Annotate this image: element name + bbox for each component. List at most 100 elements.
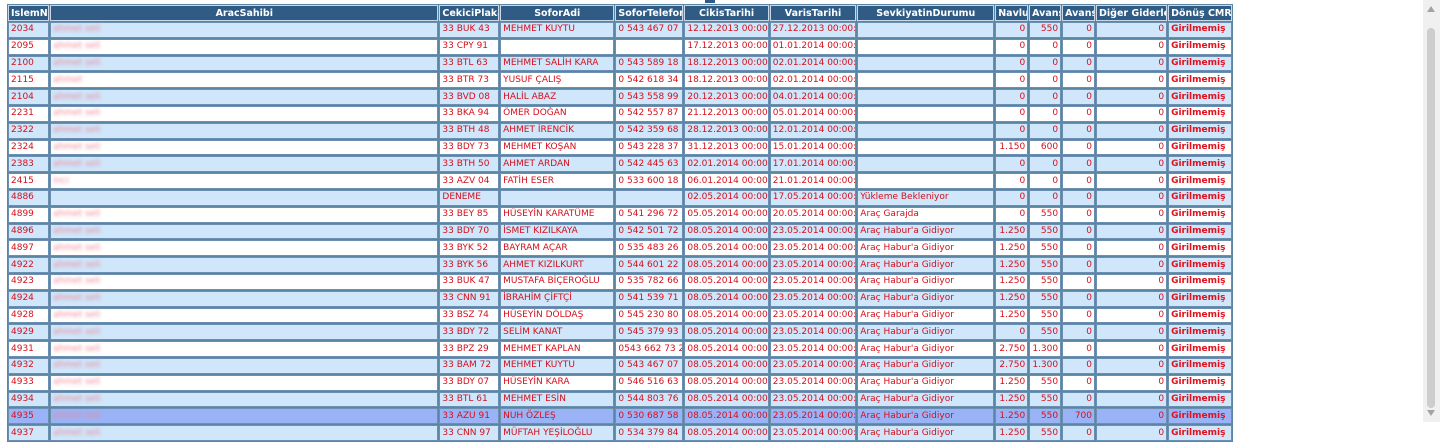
table-row[interactable]: 4897 ahmet seli 33 BYK 52 BAYRAM AÇAR 0 535 … — [8, 240, 1232, 257]
table-row[interactable]: 4934 ahmet seli 33 BTL 61 MEHMET ESİN 0 544 … — [8, 391, 1232, 408]
cell-donus-cmr: Girilmemiş — [1168, 374, 1232, 391]
cell-sevkiyat-durumu — [857, 55, 995, 72]
table-row[interactable]: 2095ahmet seli 33 CPY 91 17.12.2013 00:00:… — [8, 38, 1232, 55]
cell-sofor-telefonu: 0 543 467 07 19 — [615, 357, 684, 374]
cell-avans2: 0 — [1062, 206, 1096, 223]
cell-cikis-tarihi: 08.05.2014 00:00:00 — [684, 425, 769, 441]
table-row[interactable]: 2231 ahmet seli 33 BKA 94 ÖMER DOĞAN 0 542 5… — [8, 105, 1232, 122]
owner-name-redacted: ahmet seli — [53, 41, 101, 52]
cell-sevkiyat-durumu — [857, 156, 995, 173]
column-header-donus-cmr[interactable]: Dönüş CMR'si — [1168, 5, 1232, 21]
table-row[interactable]: 4886 DENEME 02.05.2014 00:00:0017.05.2014 … — [8, 189, 1232, 206]
cell-cikis-tarihi: 20.12.2013 00:00:00 — [684, 89, 769, 105]
table-row[interactable]: 4922 ahmet seli 33 BYK 56 AHMET KIZILKURT 0 … — [8, 257, 1232, 273]
cell-sofor-telefonu: 0 546 516 63 63 — [615, 374, 684, 391]
cell-avans2: 0 — [1062, 391, 1096, 408]
table-row[interactable]: 2322 ahmet seli 33 BTH 48 AHMET İRENCİK 0 54… — [8, 122, 1232, 139]
cell-sofor-telefonu: 0 545 379 93 33 — [615, 324, 684, 341]
owner-name-redacted: ahmet seli — [53, 125, 101, 136]
cell-sofor-adi: İSMET KIZILKAYA — [500, 223, 615, 240]
cell-arac-sahibi: ahmet seli — [50, 206, 439, 223]
column-header-varis-tarihi[interactable]: VarisTarihi — [769, 5, 857, 21]
cell-diger-giderler: 0 — [1096, 257, 1168, 273]
column-header-navlun[interactable]: Navlun — [995, 5, 1029, 21]
owner-name-redacted: ahmet seli — [53, 393, 101, 404]
column-header-avans1[interactable]: Avans1 — [1029, 5, 1062, 21]
table-row[interactable]: 2104 ahmet seli 33 BVD 08 HALİL ABAZ 0 543 5… — [8, 89, 1232, 105]
cell-avans1: 600 — [1029, 139, 1062, 156]
cell-varis-tarihi: 23.05.2014 00:00:00 — [769, 324, 857, 341]
cell-sofor-telefonu: 0 534 379 84 71 — [615, 425, 684, 441]
cell-arac-sahibi: ahmet seli — [50, 374, 439, 391]
table-row[interactable]: 4933 ahmet seli 33 BDY 07 HÜSEYİN KARA 0 546… — [8, 374, 1232, 391]
cell-cekici-plakasi: 33 BDY 70 — [439, 223, 500, 240]
cell-arac-sahibi: ahmet seli — [50, 257, 439, 273]
cell-varis-tarihi: 23.05.2014 00:00:00 — [769, 425, 857, 441]
cell-diger-giderler: 0 — [1096, 324, 1168, 341]
cell-cekici-plakasi: DENEME — [439, 189, 500, 206]
scroll-down-icon[interactable] — [1427, 410, 1435, 416]
cell-sevkiyat-durumu — [857, 72, 995, 89]
table-row[interactable]: 2415 inci 33 AZV 04 FATİH ESER 0 533 600 18 … — [8, 173, 1232, 189]
vertical-scrollbar[interactable] — [1423, 0, 1440, 422]
table-row[interactable]: 2324 ahmet seli 33 BDY 73 MEHMET KOŞAN 0 543… — [8, 139, 1232, 156]
cell-cikis-tarihi: 31.12.2013 00:00:00 — [684, 139, 769, 156]
cell-islem-no: 4924 — [8, 290, 50, 307]
cell-arac-sahibi — [50, 189, 439, 206]
cell-avans2: 0 — [1062, 273, 1096, 290]
cell-sofor-telefonu: 0 543 558 99 80 — [615, 89, 684, 105]
owner-name-redacted: ahmet seli — [53, 242, 101, 253]
cell-sevkiyat-durumu — [857, 173, 995, 189]
cell-navlun: 0 — [995, 206, 1029, 223]
cell-donus-cmr: Girilmemiş — [1168, 139, 1232, 156]
cell-avans1: 1.300 — [1029, 341, 1062, 357]
column-header-arac-sahibi[interactable]: AracSahibi — [50, 5, 439, 21]
cell-avans2: 0 — [1062, 257, 1096, 273]
table-row[interactable]: 4928 ahmet seli 33 BSZ 74 HÜSEYİN DÖLDAŞ 0 5… — [8, 307, 1232, 324]
cell-varis-tarihi: 23.05.2014 00:00:00 — [769, 357, 857, 374]
cell-sevkiyat-durumu: Araç Habur'a Gidiyor — [857, 357, 995, 374]
table-row[interactable]: 4924 ahmet seli 33 CNN 91 İBRAHİM ÇİFTÇİ 0 5… — [8, 290, 1232, 307]
column-header-cekici-plakasi[interactable]: CekiciPlakasi — [439, 5, 500, 21]
scroll-up-icon[interactable] — [1427, 6, 1435, 12]
cell-sofor-adi: HÜSEYİN KARA — [500, 374, 615, 391]
cell-navlun: 0 — [995, 38, 1029, 55]
owner-name-redacted: ahmet seli — [53, 427, 101, 438]
cell-navlun: 0 — [995, 89, 1029, 105]
cell-islem-no: 4928 — [8, 307, 50, 324]
column-header-diger-giderler[interactable]: Diğer Giderler — [1096, 5, 1168, 21]
cell-sofor-adi — [500, 189, 615, 206]
column-header-sevkiyat-durumu[interactable]: SevkiyatinDurumu — [857, 5, 995, 21]
cell-sofor-adi: ÖMER DOĞAN — [500, 105, 615, 122]
column-header-sofor-telefonu[interactable]: SoforTelefonu — [615, 5, 684, 21]
table-row[interactable]: 2115 ahmet 33 BTR 73 YUSUF ÇALIŞ 0 542 618 3… — [8, 72, 1232, 89]
table-row[interactable]: 4899 ahmet seli 33 BEY 85 HÜSEYİN KARATÜME 0… — [8, 206, 1232, 223]
cell-sofor-adi: MEHMET ESİN — [500, 391, 615, 408]
column-header-sofor-adi[interactable]: SoforAdi — [500, 5, 615, 21]
cell-islem-no: 4932 — [8, 357, 50, 374]
scroll-thumb[interactable] — [1427, 28, 1435, 408]
table-row[interactable]: 4896 ahmet seli 33 BDY 70 İSMET KIZILKAYA 0 … — [8, 223, 1232, 240]
table-row[interactable]: 4931 ahmet seli 33 BPZ 29 MEHMET KAPLAN 0543… — [8, 341, 1232, 357]
cell-donus-cmr: Girilmemiş — [1168, 223, 1232, 240]
cell-avans2: 0 — [1062, 240, 1096, 257]
table-row[interactable]: 2383 ahmet seli 33 BTH 50 AHMET ARDAN 0 542 … — [8, 156, 1232, 173]
cell-sevkiyat-durumu: Araç Habur'a Gidiyor — [857, 341, 995, 357]
column-header-avans2[interactable]: Avans2 — [1062, 5, 1096, 21]
table-row[interactable]: 2100 ahmet seli 33 BTL 63 MEHMET SALİH KARA… — [8, 55, 1232, 72]
cell-islem-no: 2324 — [8, 139, 50, 156]
column-header-cikis-tarihi[interactable]: CikisTarihi — [684, 5, 769, 21]
cell-avans2: 0 — [1062, 139, 1096, 156]
cell-avans1: 0 — [1029, 89, 1062, 105]
cell-navlun: 0 — [995, 72, 1029, 89]
table-row[interactable]: 4923 ahmet seli 33 BUK 47 MUSTAFA BİÇEROĞLU… — [8, 273, 1232, 290]
cell-sevkiyat-durumu: Araç Habur'a Gidiyor — [857, 391, 995, 408]
table-row[interactable]: 2034 ahmet seli 33 BUK 43 MEHMET KUYTU 0 543… — [8, 22, 1232, 38]
cell-sofor-adi: MUSTAFA BİÇEROĞLU — [500, 273, 615, 290]
cell-sevkiyat-durumu: Araç Habur'a Gidiyor — [857, 240, 995, 257]
table-row[interactable]: 4937 ahmet seli 33 CNN 97 MÜFTAH YEŞİLOĞLU 0… — [8, 425, 1232, 441]
table-row[interactable]: 4932 ahmet seli 33 BAM 72 MEHMET KUYTU 0 543… — [8, 357, 1232, 374]
column-header-islem-no[interactable]: IslemNo — [8, 5, 50, 21]
table-row[interactable]: 4929 ahmet seli 33 BDY 72 SELİM KANAT 0 545 … — [8, 324, 1232, 341]
cell-sevkiyat-durumu: Araç Habur'a Gidiyor — [857, 257, 995, 273]
